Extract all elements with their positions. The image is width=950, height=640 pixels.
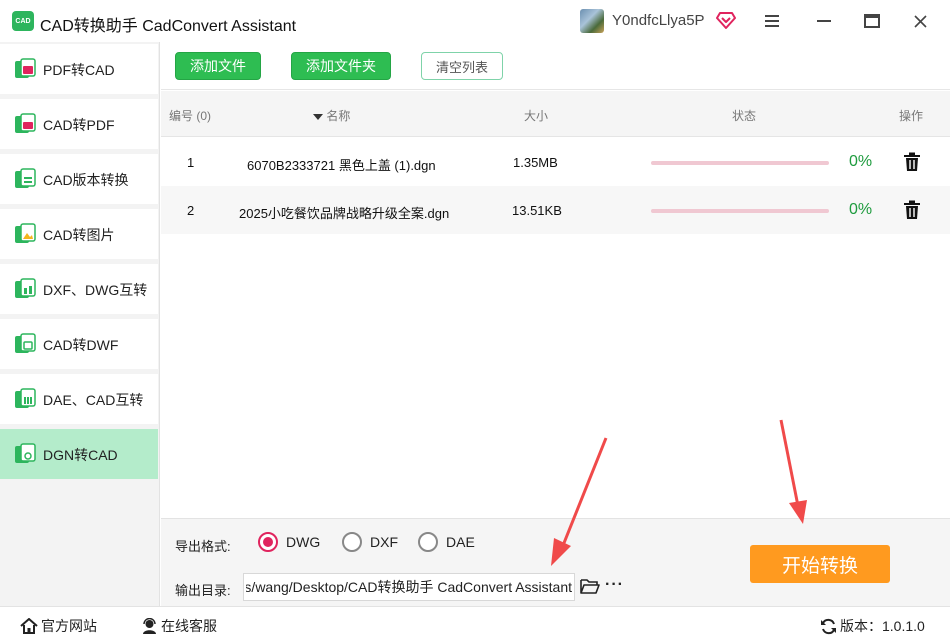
output-panel: 导出格式: DWG DXF DAE 输出目录: ··· 开始转换 bbox=[161, 518, 950, 606]
cad-version-icon bbox=[15, 168, 36, 188]
dae-cad-icon bbox=[15, 388, 36, 408]
app-logo-icon: CAD bbox=[12, 11, 34, 31]
format-label: 导出格式: bbox=[175, 539, 231, 554]
sidebar-item-dgn-to-cad[interactable]: DGN转CAD bbox=[0, 429, 158, 479]
user-avatar[interactable] bbox=[580, 9, 604, 33]
row-filename: 6070B2333721 黑色上盖 (1).dgn bbox=[247, 158, 436, 173]
home-icon bbox=[20, 618, 38, 634]
more-options-icon[interactable]: ··· bbox=[605, 576, 624, 594]
start-convert-button[interactable]: 开始转换 bbox=[750, 545, 890, 583]
radio-dwg-label[interactable]: DWG bbox=[286, 534, 320, 550]
cad-to-pdf-icon bbox=[15, 113, 36, 133]
version-info[interactable]: 版本：1.0.1.0 bbox=[820, 616, 925, 636]
output-dir-input[interactable] bbox=[243, 573, 575, 601]
add-file-button[interactable]: 添加文件 bbox=[175, 52, 261, 80]
row-index: 1 bbox=[187, 155, 195, 170]
table-row[interactable]: 2 2025小吃餐饮品牌战略升级全案.dgn 13.51KB 0% bbox=[161, 186, 950, 234]
header-name[interactable]: 名称 bbox=[313, 107, 350, 124]
pdf-to-cad-icon bbox=[15, 58, 36, 78]
vip-diamond-icon[interactable] bbox=[716, 10, 736, 30]
cad-to-dwf-icon bbox=[15, 333, 36, 353]
header-index: 编号 (0) bbox=[169, 109, 212, 123]
clear-list-button[interactable]: 清空列表 bbox=[421, 52, 503, 80]
user-name[interactable]: Y0ndfcLlya5P bbox=[612, 12, 705, 29]
title-bar: CAD CAD转换助手 CadConvert Assistant Y0ndfcL… bbox=[0, 0, 950, 42]
header-status: 状态 bbox=[732, 109, 757, 123]
support-agent-icon bbox=[143, 617, 156, 634]
row-size: 13.51KB bbox=[512, 203, 562, 218]
trash-icon[interactable] bbox=[903, 200, 921, 220]
sidebar-item-dae-cad[interactable]: DAE、CAD互转 bbox=[0, 374, 158, 424]
menu-icon[interactable] bbox=[758, 8, 786, 34]
row-progress-bar bbox=[651, 209, 829, 213]
trash-icon[interactable] bbox=[903, 152, 921, 172]
dxf-dwg-icon bbox=[15, 278, 36, 298]
header-action: 操作 bbox=[899, 109, 924, 123]
sidebar-item-cad-to-dwf[interactable]: CAD转DWF bbox=[0, 319, 158, 369]
file-table: 编号 (0) 名称 大小 状态 操作 1 6070B2333721 黑色上盖 (… bbox=[161, 91, 950, 518]
radio-dxf[interactable] bbox=[342, 532, 362, 552]
official-website-link[interactable]: 官方网站 bbox=[20, 616, 97, 636]
refresh-icon bbox=[821, 618, 836, 634]
table-header: 编号 (0) 名称 大小 状态 操作 bbox=[161, 91, 950, 137]
radio-dwg[interactable] bbox=[258, 532, 278, 552]
radio-dxf-label[interactable]: DXF bbox=[370, 534, 398, 550]
sidebar-item-pdf-to-cad[interactable]: PDF转CAD bbox=[0, 44, 158, 94]
radio-dae-label[interactable]: DAE bbox=[446, 534, 475, 550]
row-filename: 2025小吃餐饮品牌战略升级全案.dgn bbox=[239, 206, 450, 221]
row-percent: 0% bbox=[849, 153, 873, 170]
row-percent: 0% bbox=[849, 201, 873, 218]
maximize-icon[interactable] bbox=[858, 8, 886, 34]
row-index: 2 bbox=[187, 203, 195, 218]
sidebar-item-dxf-dwg[interactable]: DXF、DWG互转 bbox=[0, 264, 158, 314]
row-size: 1.35MB bbox=[513, 155, 558, 170]
dgn-to-cad-icon bbox=[15, 443, 36, 463]
app-title: CAD转换助手 CadConvert Assistant bbox=[40, 18, 297, 35]
cad-to-image-icon bbox=[15, 223, 36, 243]
folder-icon[interactable] bbox=[580, 577, 600, 595]
sidebar-item-cad-to-pdf[interactable]: CAD转PDF bbox=[0, 99, 158, 149]
radio-dae[interactable] bbox=[418, 532, 438, 552]
status-bar: 官方网站 在线客服 版本：1.0.1.0 bbox=[0, 606, 950, 640]
minimize-icon[interactable] bbox=[810, 8, 838, 34]
toolbar: 添加文件 添加文件夹 清空列表 bbox=[161, 42, 950, 90]
online-support-link[interactable]: 在线客服 bbox=[141, 616, 217, 636]
sidebar-item-cad-version[interactable]: CAD版本转换 bbox=[0, 154, 158, 204]
row-progress-bar bbox=[651, 161, 829, 165]
sidebar: PDF转CAD CAD转PDF CAD版本转换 CAD转图片 DXF、DWG互转… bbox=[0, 42, 160, 606]
table-row[interactable]: 1 6070B2333721 黑色上盖 (1).dgn 1.35MB 0% bbox=[161, 138, 950, 186]
sort-down-icon bbox=[313, 113, 323, 120]
header-size: 大小 bbox=[524, 109, 549, 123]
sidebar-item-cad-to-image[interactable]: CAD转图片 bbox=[0, 209, 158, 259]
close-icon[interactable] bbox=[906, 8, 934, 34]
output-dir-label: 输出目录: bbox=[175, 583, 231, 598]
add-folder-button[interactable]: 添加文件夹 bbox=[291, 52, 391, 80]
